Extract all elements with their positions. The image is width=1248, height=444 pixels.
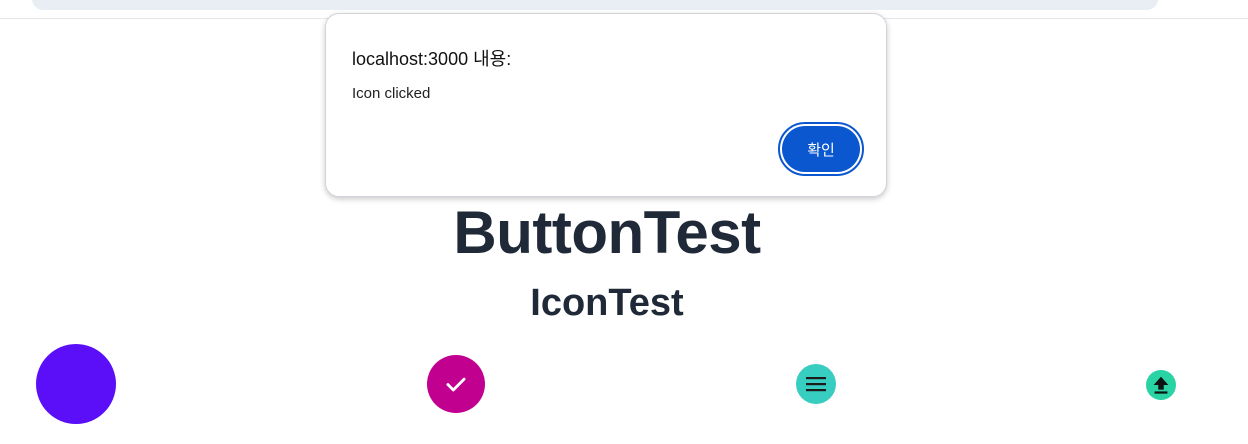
dialog-title: localhost:3000 내용: [352,49,512,69]
page-subtitle: IconTest [530,282,684,324]
check-icon-button[interactable] [427,355,485,413]
upload-icon-button[interactable] [1146,370,1176,400]
menu-icon-button[interactable] [796,364,836,404]
check-icon [446,377,466,392]
alert-dialog: localhost:3000 내용: Icon clicked 확인 [325,13,887,197]
circle-icon-button[interactable] [36,344,116,424]
ok-button[interactable]: 확인 [778,122,864,176]
upload-icon [1153,376,1169,394]
ok-button-label: 확인 [782,126,860,172]
address-bar[interactable] [32,0,1158,10]
menu-icon [806,377,826,392]
dialog-message: Icon clicked [352,85,431,102]
page-title: ButtonTest [453,199,761,266]
